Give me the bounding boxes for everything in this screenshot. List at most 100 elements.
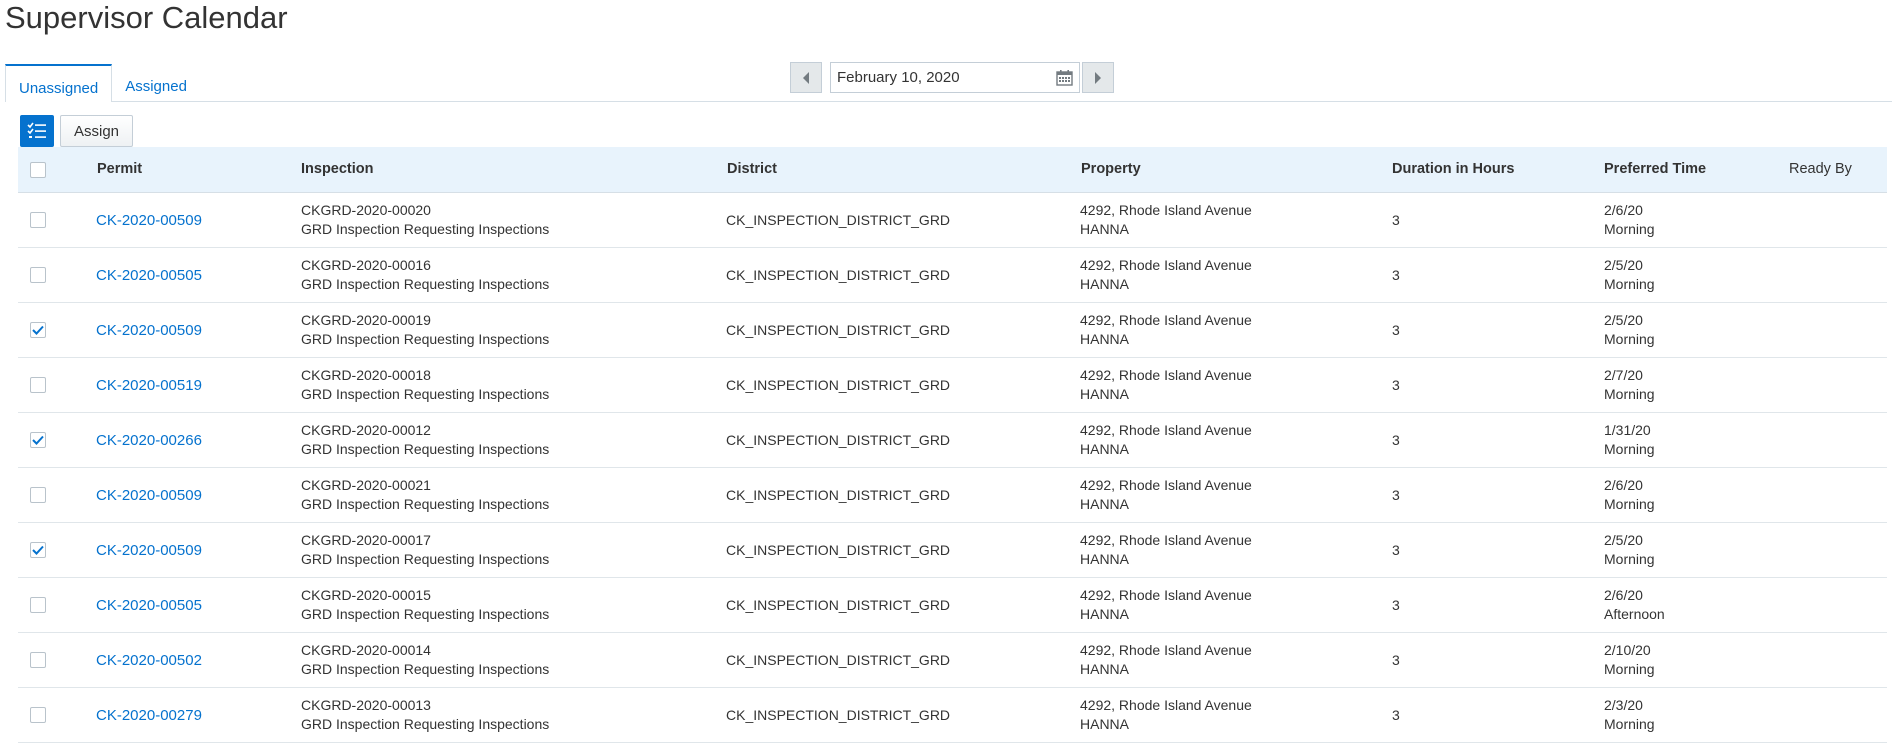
table-row[interactable]: CK-2020-00266 CKGRD-2020-00012 GRD Inspect… (18, 413, 1887, 468)
date-input[interactable]: February 10, 2020 (830, 62, 1080, 93)
preferred-slot: Morning (1604, 441, 1655, 457)
inspection-description: GRD Inspection Requesting Inspections (301, 496, 550, 512)
row-checkbox[interactable] (30, 212, 46, 228)
row-checkbox[interactable] (30, 707, 46, 723)
checkmark-icon (32, 435, 44, 445)
permit-cell: CK-2020-00509 (96, 468, 202, 522)
row-select-cell (30, 358, 46, 412)
table-row[interactable]: CK-2020-00502 CKGRD-2020-00014 GRD Inspect… (18, 633, 1887, 688)
district-value: CK_INSPECTION_DISTRICT_GRD (726, 431, 951, 448)
property-address: 4292, Rhode Island Avenue (1080, 532, 1252, 548)
column-header-duration[interactable]: Duration in Hours (1392, 147, 1514, 192)
date-navigator: February 10, 2020 (790, 62, 1114, 93)
inspection-id: CKGRD-2020-00017 (301, 532, 431, 548)
table-row[interactable]: CK-2020-00509 CKGRD-2020-00021 GRD Inspect… (18, 468, 1887, 523)
column-header-permit[interactable]: Permit (97, 147, 142, 192)
permit-cell: CK-2020-00505 (96, 248, 202, 302)
tab-bar: Unassigned Assigned (5, 64, 200, 102)
row-checkbox[interactable] (30, 487, 46, 503)
table-row[interactable]: CK-2020-00519 CKGRD-2020-00018 GRD Inspect… (18, 358, 1887, 413)
district-cell: CK_INSPECTION_DISTRICT_GRD (726, 523, 950, 577)
preferred-slot: Morning (1604, 386, 1655, 402)
district-cell: CK_INSPECTION_DISTRICT_GRD (726, 358, 950, 412)
assign-button[interactable]: Assign (60, 115, 134, 147)
preferred-date: 2/6/20 (1604, 477, 1643, 493)
inspection-description: GRD Inspection Requesting Inspections (301, 276, 550, 292)
preferred-time-cell: 1/31/20 Morning (1604, 413, 1655, 467)
district-cell: CK_INSPECTION_DISTRICT_GRD (726, 248, 950, 302)
permit-link[interactable]: CK-2020-00505 (96, 266, 202, 285)
property-address: 4292, Rhode Island Avenue (1080, 642, 1252, 658)
table-header: Permit Inspection District Property Dura… (18, 147, 1887, 193)
duration-cell: 3 (1392, 578, 1400, 632)
row-checkbox[interactable] (30, 542, 46, 558)
permit-cell: CK-2020-00509 (96, 523, 202, 577)
column-header-ready-by[interactable]: Ready By (1789, 147, 1852, 192)
table-row[interactable]: CK-2020-00509 CKGRD-2020-00020 GRD Inspect… (18, 193, 1887, 248)
preferred-slot: Morning (1604, 716, 1655, 732)
preferred-slot: Morning (1604, 551, 1655, 567)
next-day-button[interactable] (1082, 62, 1114, 93)
preferred-date: 2/6/20 (1604, 587, 1643, 603)
preferred-slot: Morning (1604, 221, 1655, 237)
district-value: CK_INSPECTION_DISTRICT_GRD (726, 541, 951, 558)
permit-link[interactable]: CK-2020-00519 (96, 376, 202, 395)
preferred-slot: Morning (1604, 661, 1655, 677)
inspections-table: Permit Inspection District Property Dura… (18, 147, 1887, 743)
row-checkbox[interactable] (30, 322, 46, 338)
district-value: CK_INSPECTION_DISTRICT_GRD (726, 596, 951, 613)
row-checkbox[interactable] (30, 652, 46, 668)
tab-assigned[interactable]: Assigned (112, 64, 200, 102)
select-all-checkbox[interactable] (30, 161, 46, 178)
table-row[interactable]: CK-2020-00505 CKGRD-2020-00015 GRD Inspect… (18, 578, 1887, 633)
table-row[interactable]: CK-2020-00279 CKGRD-2020-00013 GRD Inspect… (18, 688, 1887, 743)
table-row[interactable]: CK-2020-00509 CKGRD-2020-00019 GRD Inspect… (18, 303, 1887, 358)
district-value: CK_INSPECTION_DISTRICT_GRD (726, 706, 951, 723)
permit-link[interactable]: CK-2020-00505 (96, 596, 202, 615)
row-select-cell (30, 193, 46, 247)
district-cell: CK_INSPECTION_DISTRICT_GRD (726, 303, 950, 357)
table-row[interactable]: CK-2020-00509 CKGRD-2020-00017 GRD Inspect… (18, 523, 1887, 578)
permit-link[interactable]: CK-2020-00266 (96, 431, 202, 450)
inspection-id: CKGRD-2020-00021 (301, 477, 431, 493)
property-city: HANNA (1080, 551, 1130, 567)
preferred-date: 2/6/20 (1604, 202, 1643, 218)
duration-cell: 3 (1392, 193, 1400, 247)
column-header-preferred-time[interactable]: Preferred Time (1604, 147, 1706, 192)
permit-link[interactable]: CK-2020-00509 (96, 486, 202, 505)
property-city: HANNA (1080, 386, 1130, 402)
row-checkbox[interactable] (30, 377, 46, 393)
duration-value: 3 (1392, 321, 1400, 338)
column-header-inspection[interactable]: Inspection (301, 147, 374, 192)
permit-link[interactable]: CK-2020-00502 (96, 651, 202, 670)
row-checkbox[interactable] (30, 597, 46, 613)
row-select-cell (30, 413, 46, 467)
table-row[interactable]: CK-2020-00505 CKGRD-2020-00016 GRD Inspect… (18, 248, 1887, 303)
permit-link[interactable]: CK-2020-00509 (96, 541, 202, 560)
permit-link[interactable]: CK-2020-00509 (96, 211, 202, 230)
inspection-id: CKGRD-2020-00016 (301, 257, 431, 273)
column-header-property[interactable]: Property (1081, 147, 1141, 192)
select-list-button[interactable] (20, 115, 54, 147)
inspection-description: GRD Inspection Requesting Inspections (301, 606, 550, 622)
calendar-icon[interactable] (1056, 69, 1073, 86)
duration-cell: 3 (1392, 248, 1400, 302)
preferred-date: 1/31/20 (1604, 422, 1651, 438)
duration-cell: 3 (1392, 468, 1400, 522)
permit-link[interactable]: CK-2020-00509 (96, 321, 202, 340)
row-select-cell (30, 303, 46, 357)
inspection-description: GRD Inspection Requesting Inspections (301, 441, 550, 457)
column-header-district[interactable]: District (727, 147, 777, 192)
permit-link[interactable]: CK-2020-00279 (96, 706, 202, 725)
previous-day-button[interactable] (790, 62, 822, 93)
row-checkbox[interactable] (30, 267, 46, 283)
duration-cell: 3 (1392, 413, 1400, 467)
preferred-date: 2/10/20 (1604, 642, 1651, 658)
duration-value: 3 (1392, 211, 1400, 228)
row-checkbox[interactable] (30, 432, 46, 448)
district-cell: CK_INSPECTION_DISTRICT_GRD (726, 413, 950, 467)
date-value: February 10, 2020 (837, 69, 960, 86)
tab-unassigned[interactable]: Unassigned (5, 64, 113, 102)
page-title: Supervisor Calendar (5, 0, 288, 35)
duration-value: 3 (1392, 431, 1400, 448)
